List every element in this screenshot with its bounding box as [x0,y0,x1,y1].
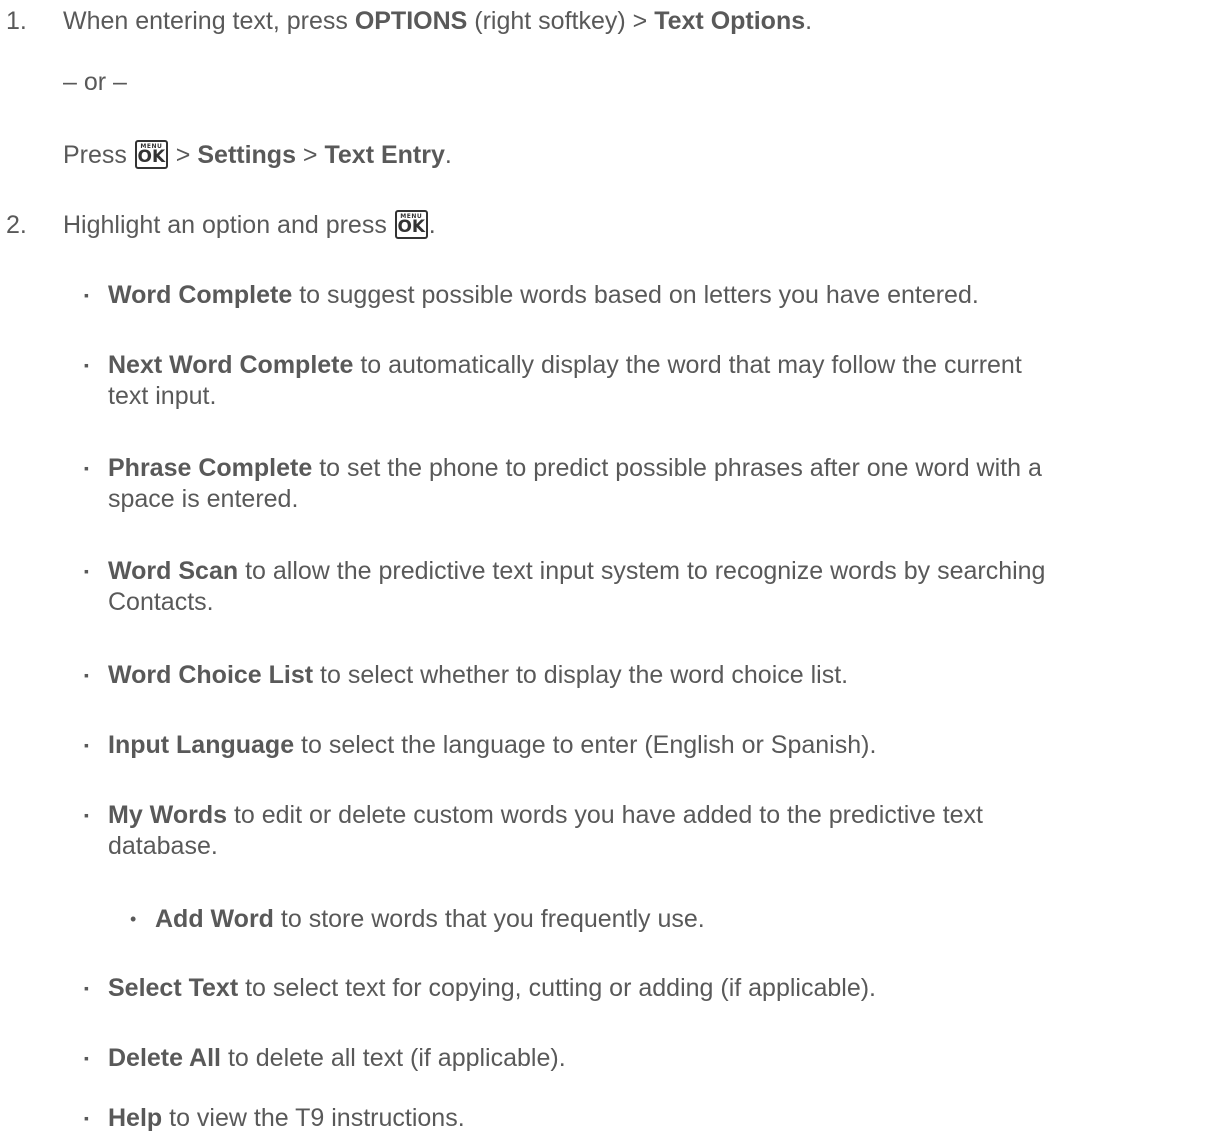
square-bullet-icon: ▪ [84,1050,89,1066]
option-input-language: Input Language to select the language to… [108,730,1208,761]
square-bullet-icon: ▪ [84,667,89,683]
square-bullet-icon: ▪ [84,287,89,303]
option-my-words: My Words to edit or delete custom words … [108,800,1208,862]
option-description: to view the T9 instructions. [162,1104,465,1132]
text-entry-label: Text Entry [324,141,445,169]
step-1-text: When entering text, press OPTIONS (right… [63,6,812,37]
option-next-word-complete: Next Word Complete to automatically disp… [108,350,1208,412]
option-label: Word Complete [108,281,293,309]
step-2-text-b: . [428,211,436,239]
step-1-text-a: When entering text, press [63,7,355,35]
option-help: Help to view the T9 instructions. [108,1103,1208,1134]
option-word-choice-list: Word Choice List to select whether to di… [108,660,1208,691]
option-label: Delete All [108,1044,222,1072]
option-delete-all: Delete All to delete all text (if applic… [108,1043,1208,1074]
settings-label: Settings [197,141,296,169]
option-label: Next Word Complete [108,351,354,379]
option-word-scan: Word Scan to allow the predictive text i… [108,556,1208,618]
option-label: Word Scan [108,557,239,585]
option-phrase-complete: Phrase Complete to set the phone to pred… [108,453,1208,515]
option-label: My Words [108,801,227,829]
option-description: to select whether to display the word ch… [313,661,849,689]
option-description-cont: database. [108,832,218,860]
option-description: to select the language to enter (English… [294,731,877,759]
sub-option-description: to store words that you frequently use. [273,905,705,933]
option-label: Word Choice List [108,661,314,689]
square-bullet-icon: ▪ [84,460,89,476]
option-label: Input Language [108,731,295,759]
option-description: to delete all text (if applicable). [221,1044,566,1072]
option-select-text: Select Text to select text for copying, … [108,973,1208,1004]
step-1-text-c: . [805,7,813,35]
step-1-text-b: (right softkey) > [467,7,655,35]
or-separator: – or – [63,68,127,96]
square-bullet-icon: ▪ [84,980,89,996]
step-2-text-a: Highlight an option and press [63,211,394,239]
option-description-cont: space is entered. [108,485,299,513]
step-number-2: 2. [6,211,27,239]
step-2-text: Highlight an option and press MENU OK. [63,210,436,241]
ok-key-label: OK [397,217,426,237]
round-bullet-icon: • [130,909,137,929]
square-bullet-icon: ▪ [84,1110,89,1126]
square-bullet-icon: ▪ [84,357,89,373]
text-options-label: Text Options [654,7,806,35]
square-bullet-icon: ▪ [84,737,89,753]
option-label: Help [108,1104,163,1132]
press-text: Press [63,141,134,169]
square-bullet-icon: ▪ [84,807,89,823]
square-bullet-icon: ▪ [84,563,89,579]
option-label: Phrase Complete [108,454,313,482]
menu-ok-key-icon: MENU OK [134,140,168,169]
option-description: to set the phone to predict possible phr… [312,454,1042,482]
press-sep-1: > [168,141,198,169]
press-end: . [444,141,452,169]
option-description-cont: text input. [108,382,217,410]
sub-option-add-word: Add Word to store words that you frequen… [155,904,1205,935]
option-description: to select text for copying, cutting or a… [238,974,876,1002]
option-label: Select Text [108,974,239,1002]
option-description: to suggest possible words based on lette… [292,281,979,309]
options-softkey-label: OPTIONS [354,7,468,35]
press-menu-line: Press MENU OK > Settings > Text Entry. [63,140,452,171]
ok-key-label: OK [137,147,166,167]
step-number-1: 1. [6,7,27,35]
menu-ok-key-icon: MENU OK [394,210,428,239]
option-description: to allow the predictive text input syste… [238,557,1046,585]
press-sep-2: > [295,141,325,169]
option-description: to edit or delete custom words you have … [227,801,983,829]
option-description: to automatically display the word that m… [353,351,1022,379]
option-word-complete: Word Complete to suggest possible words … [108,280,1208,311]
option-description-cont: Contacts. [108,588,214,616]
sub-option-label: Add Word [155,905,274,933]
